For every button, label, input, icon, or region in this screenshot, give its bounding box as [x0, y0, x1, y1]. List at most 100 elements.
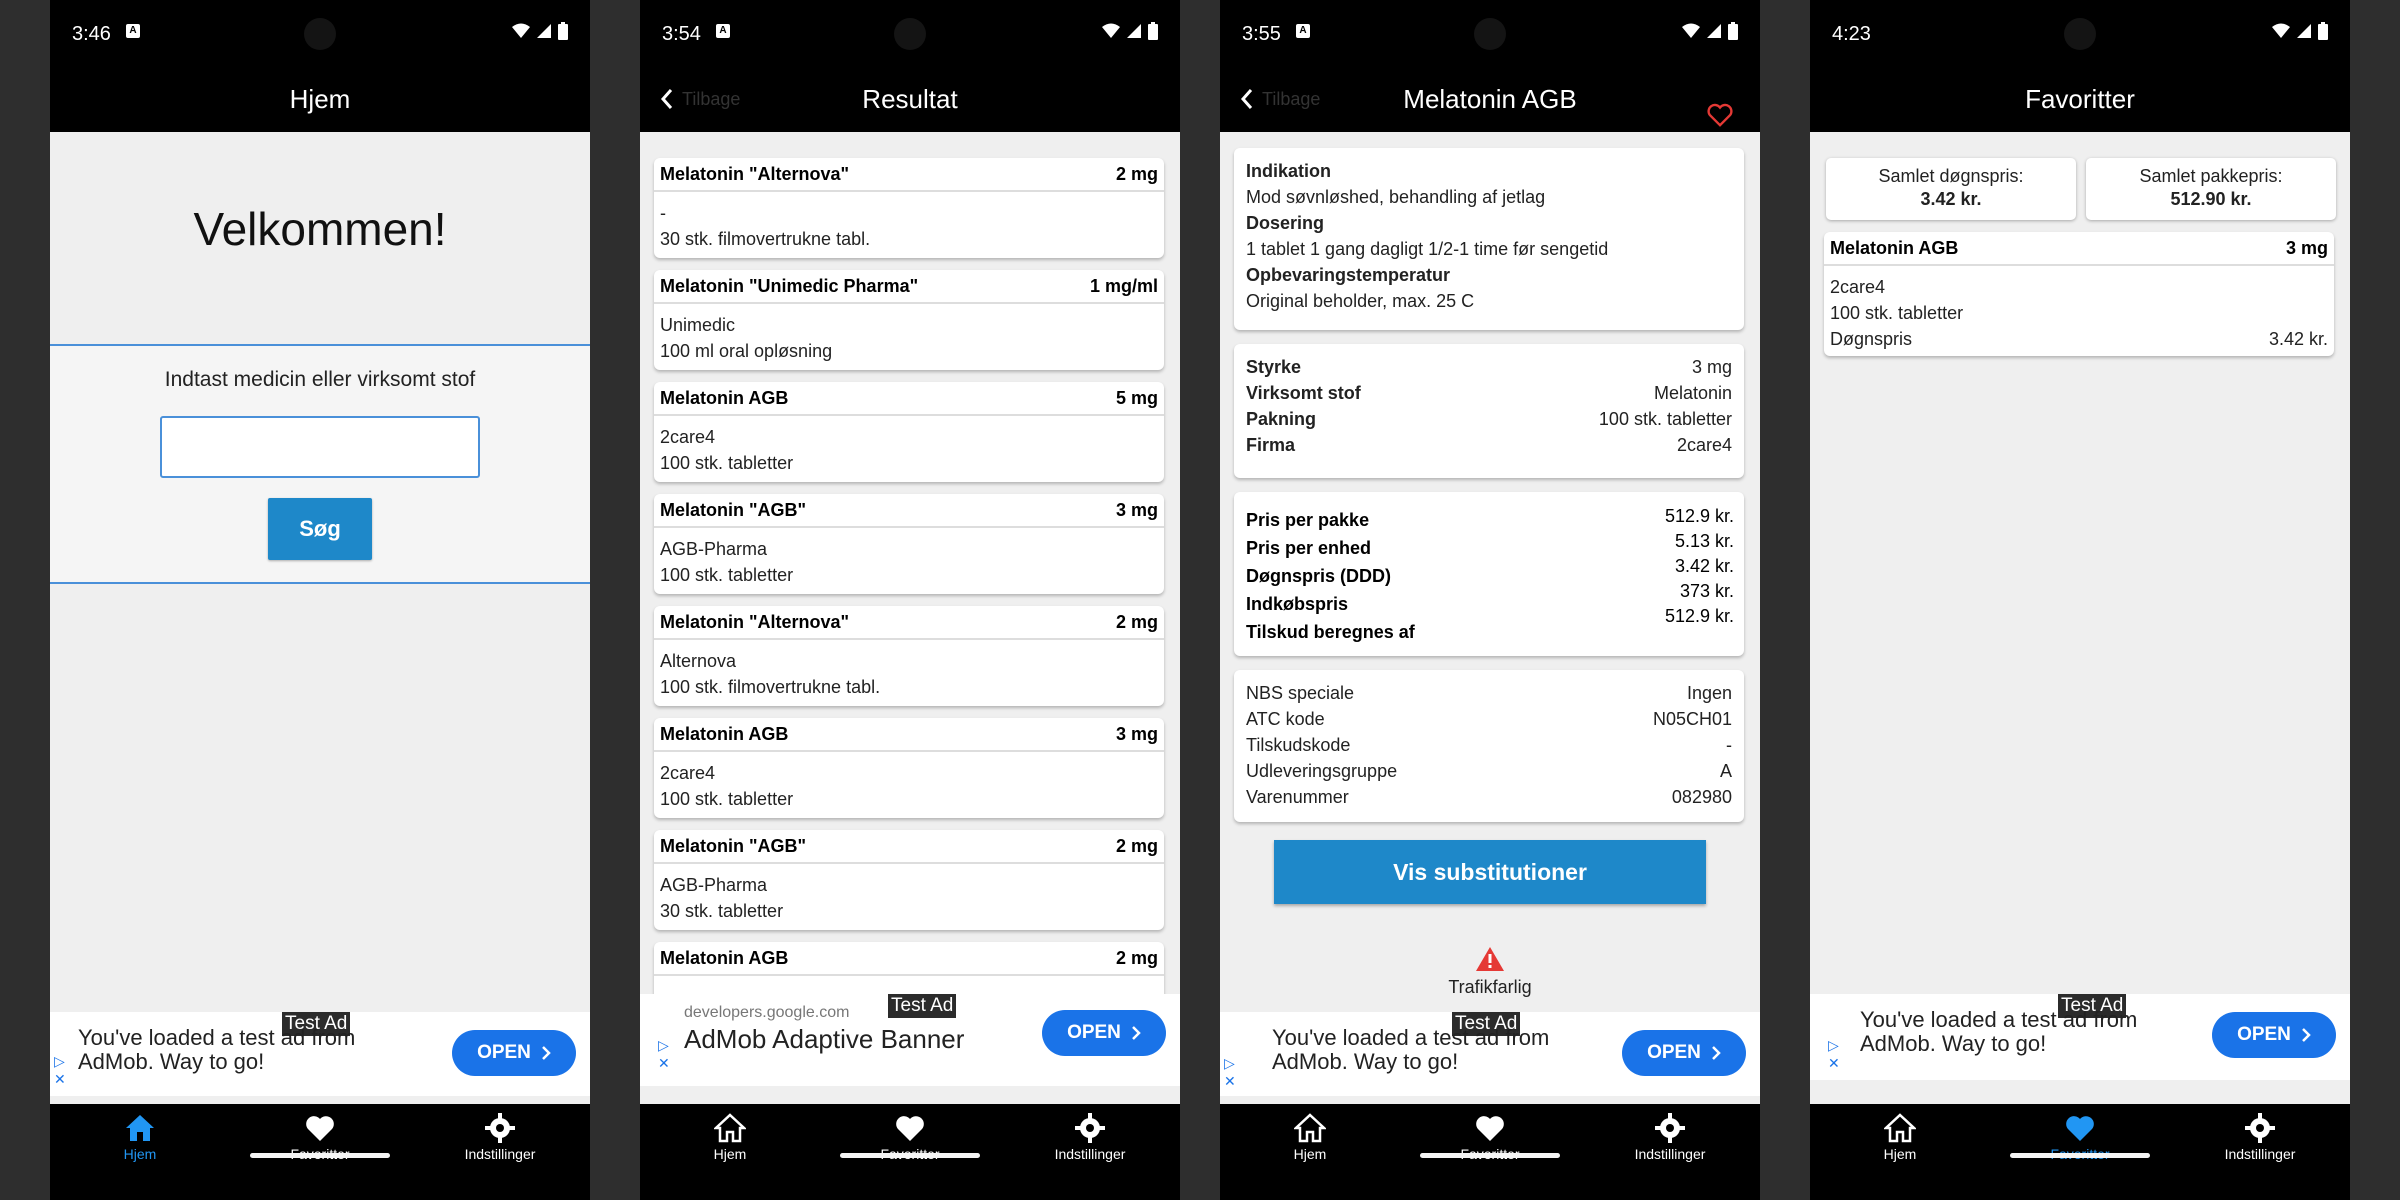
nav-home[interactable]: Hjem [1220, 1110, 1400, 1162]
search-input[interactable] [160, 416, 480, 478]
code-label: Udleveringsgruppe [1246, 761, 1398, 781]
result-card[interactable]: Melatonin "Alternova" 2 mg - 30 stk. film… [654, 158, 1164, 258]
ad-banner[interactable]: Test Ad You've loaded a test ad from AdM… [50, 1012, 590, 1096]
chevron-right-icon [1712, 1046, 1721, 1060]
heart-icon [306, 1116, 334, 1141]
nav-settings[interactable]: Indstillinger [410, 1110, 590, 1162]
nav-settings-label: Indstillinger [464, 1146, 536, 1162]
result-line2: 100 stk. tabletter [660, 789, 794, 809]
result-line2: 100 stk. tabletter [660, 453, 794, 473]
ad-banner[interactable]: Test Ad developers.google.com AdMob Adap… [640, 994, 1180, 1086]
nav-home[interactable]: Hjem [640, 1110, 820, 1162]
traffic-warning: Trafikfarlig [1220, 946, 1760, 998]
camera-cutout [2064, 18, 2096, 50]
result-strength: 2 mg [1115, 836, 1158, 856]
usage-card: Indikation Mod søvnløshed, behandling af… [1234, 148, 1744, 330]
adchoices-icon[interactable]: ▷ ✕ [1224, 1054, 1238, 1090]
screenshot-collage: 3:46 A Hjem Velkommen! Indtast medicin e… [0, 0, 2400, 1200]
bottom-nav: Hjem Favoritter Indstillinger [50, 1104, 590, 1170]
notification-icon: A [126, 24, 140, 38]
ad-message-line1: You've loaded a test ad from [78, 1025, 356, 1050]
result-line2: 100 ml oral opløsning [660, 341, 833, 361]
result-name: Melatonin "AGB" [660, 500, 807, 520]
nav-home[interactable]: Hjem [1810, 1110, 1990, 1162]
price-value: 512.9 kr. [1664, 606, 1734, 626]
result-line1: - [660, 203, 666, 223]
adchoices-icon[interactable]: ▷ ✕ [658, 1036, 672, 1072]
home-icon [714, 1113, 746, 1143]
code-value: N05CH01 [1652, 709, 1732, 729]
daily-total-box: Samlet døgnspris: 3.42 kr. [1826, 158, 2076, 220]
detail-value: 3 mg [1691, 357, 1732, 377]
app-bar: Favoritter [1810, 66, 2350, 132]
daily-total-value: 3.42 kr. [1920, 189, 1982, 209]
gear-icon [1655, 1113, 1685, 1143]
show-substitutions-button[interactable]: Vis substitutioner [1274, 840, 1706, 904]
detail-content: Indikation Mod søvnløshed, behandling af… [1220, 132, 1760, 1104]
result-card[interactable]: Melatonin "AGB" 2 mg AGB-Pharma 30 stk. t… [654, 830, 1164, 930]
adchoices-icon[interactable]: ▷ ✕ [54, 1052, 68, 1088]
ad-open-button[interactable]: OPEN [1042, 1010, 1166, 1056]
ad-open-button[interactable]: OPEN [452, 1030, 576, 1076]
adchoices-icon[interactable]: ▷ ✕ [1828, 1036, 1842, 1072]
ad-open-button[interactable]: OPEN [1622, 1030, 1746, 1076]
chevron-left-icon [1240, 89, 1253, 109]
page-title: Favoritter [2025, 84, 2135, 114]
wifi-icon [1682, 23, 1700, 38]
back-button[interactable]: Tilbage [1240, 66, 1320, 132]
favorite-card[interactable]: Melatonin AGB 3 mg 2care4 100 stk. tablet… [1824, 232, 2334, 356]
ad-banner[interactable]: Test Ad You've loaded a test ad from AdM… [1810, 994, 2350, 1080]
code-label: Tilskudskode [1246, 735, 1351, 755]
nav-home[interactable]: Hjem [50, 1110, 230, 1162]
phone-results: 3:54 A Tilbage Resultat Melatonin "Alter… [640, 0, 1180, 1200]
app-bar: Tilbage Resultat [640, 66, 1180, 132]
price-value: 5.13 kr. [1674, 531, 1734, 551]
result-card[interactable]: Melatonin AGB 3 mg 2care4 100 stk. tablet… [654, 718, 1164, 818]
product-details-card: Styrke 3 mg Virksomt stof Melatonin Paknin… [1234, 344, 1744, 478]
back-button[interactable]: Tilbage [660, 66, 740, 132]
result-card[interactable]: Melatonin "Unimedic Pharma" 1 mg/ml Unime… [654, 270, 1164, 370]
code-value: - [1726, 735, 1732, 755]
welcome-heading: Velkommen! [193, 203, 447, 255]
nav-home-label: Hjem [1293, 1146, 1327, 1162]
detail-value: Melatonin [1653, 383, 1732, 403]
ad-banner[interactable]: Test Ad You've loaded a test ad from AdM… [1220, 1012, 1760, 1096]
dosage-value: 1 tablet 1 gang dagligt 1/2-1 time før s… [1246, 239, 1609, 259]
price-value: 512.9 kr. [1664, 506, 1734, 526]
battery-icon [1728, 22, 1738, 40]
code-label: NBS speciale [1246, 683, 1355, 703]
price-label: Pris per pakke [1246, 510, 1370, 530]
results-list: Melatonin "Alternova" 2 mg - 30 stk. film… [640, 132, 1180, 1104]
gesture-bar [1420, 1153, 1560, 1158]
nav-settings[interactable]: Indstillinger [1000, 1110, 1180, 1162]
code-value: 082980 [1671, 787, 1732, 807]
warning-label: Trafikfarlig [1448, 977, 1532, 997]
favorite-price-value: 3.42 kr. [2268, 329, 2328, 349]
chevron-right-icon [542, 1046, 551, 1060]
nav-settings[interactable]: Indstillinger [1580, 1110, 1760, 1162]
battery-icon [1148, 22, 1158, 40]
result-card[interactable]: Melatonin "Alternova" 2 mg Alternova 100 … [654, 606, 1164, 706]
result-card[interactable]: Melatonin "AGB" 3 mg AGB-Pharma 100 stk. … [654, 494, 1164, 594]
camera-cutout [1474, 18, 1506, 50]
camera-cutout [894, 18, 926, 50]
result-name: Melatonin "Alternova" [660, 612, 850, 632]
search-button[interactable]: Søg [268, 498, 372, 560]
result-card[interactable]: Melatonin AGB 5 mg 2care4 100 stk. tablet… [654, 382, 1164, 482]
result-name: Melatonin "Alternova" [660, 164, 850, 184]
status-bar: 4:23 [1810, 0, 2350, 66]
gear-icon [1075, 1113, 1105, 1143]
nav-home-label: Hjem [713, 1146, 747, 1162]
result-strength: 3 mg [1115, 724, 1158, 744]
nav-settings-label: Indstillinger [2224, 1146, 2296, 1162]
search-prompt: Indtast medicin eller virksomt stof [164, 368, 476, 391]
ad-open-button[interactable]: OPEN [2212, 1012, 2336, 1058]
result-name: Melatonin AGB [660, 388, 789, 408]
home-icon [1884, 1113, 1916, 1143]
result-name: Melatonin AGB [660, 724, 789, 744]
result-line2: 30 stk. tabletter [660, 901, 784, 921]
signal-icon [1127, 24, 1141, 38]
bottom-nav: Hjem Favoritter Indstillinger [1220, 1104, 1760, 1170]
nav-settings[interactable]: Indstillinger [2170, 1110, 2350, 1162]
result-name: Melatonin "AGB" [660, 836, 807, 856]
